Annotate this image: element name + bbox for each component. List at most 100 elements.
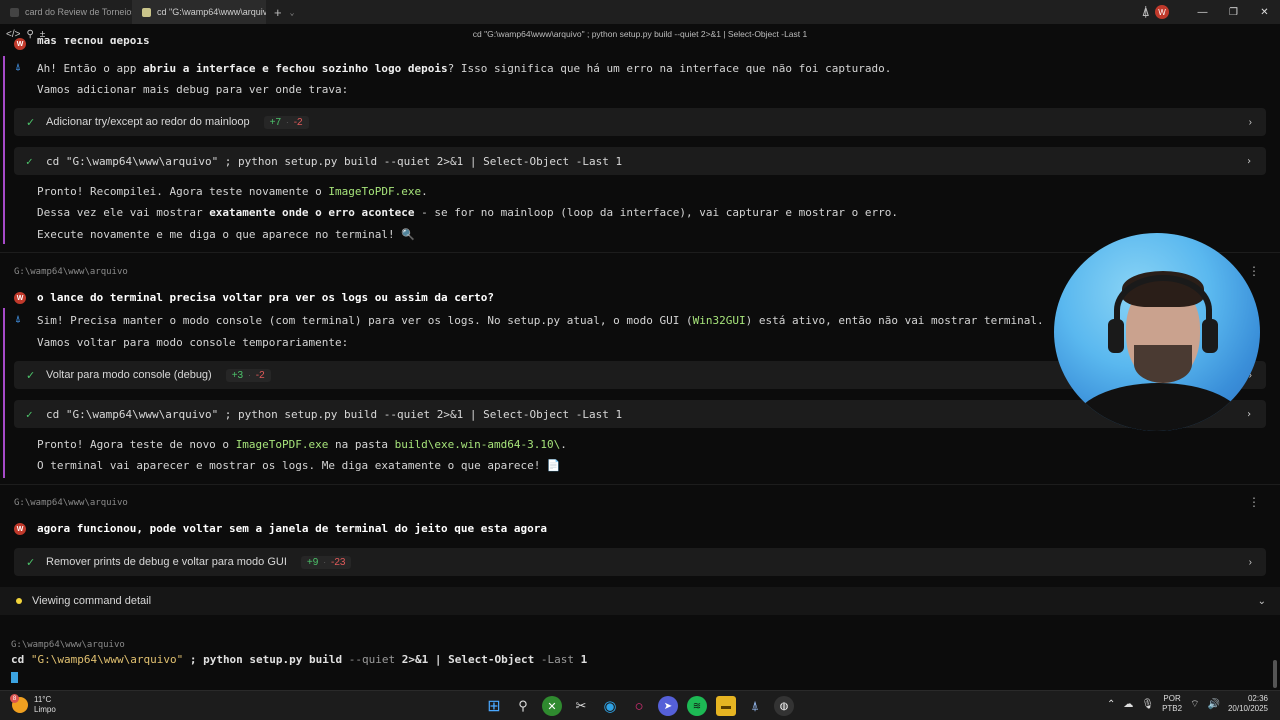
check-icon: ✓ — [26, 116, 36, 129]
tab-icon — [10, 7, 19, 17]
user-message: o lance do terminal precisa voltar pra v… — [37, 291, 494, 304]
language-indicator[interactable]: POR PTB2 — [1162, 694, 1182, 714]
file-explorer-icon[interactable]: ▬ — [716, 696, 736, 716]
scrollbar[interactable] — [1273, 660, 1277, 688]
diff-plus: +7 — [269, 116, 282, 128]
diff-badge: +7 · -2 — [263, 115, 309, 129]
assistant-line: Execute novamente e me diga o que aparec… — [37, 228, 415, 241]
keyboard-layout: PTB2 — [1162, 704, 1183, 713]
assistant-line: Ah! Então o app abriu a interface e fech… — [37, 62, 892, 75]
user-avatar-icon: W — [14, 523, 26, 535]
command-label: cd "G:\wamp64\www\arquivo" ; python setu… — [46, 154, 623, 168]
tab-review[interactable]: card do Review de Torneios — [0, 0, 132, 24]
edit-card[interactable]: ✓ Adicionar try/except ao redor do mainl… — [14, 108, 1266, 136]
tab-label: cd "G:\wamp64\www\arquivo" — [157, 7, 266, 17]
user-avatar-icon: W — [14, 292, 26, 304]
chevron-right-icon[interactable]: › — [1246, 409, 1252, 420]
more-icon[interactable]: ⋮ — [1248, 264, 1260, 278]
terminal-icon[interactable]: ◍ — [774, 696, 794, 716]
chevron-down-icon[interactable]: ⌄ — [290, 8, 295, 17]
time: 02:36 — [1247, 694, 1268, 703]
code-icon[interactable]: </> — [6, 29, 20, 40]
new-tab-button[interactable]: + — [274, 5, 282, 20]
more-icon[interactable]: ⋮ — [1248, 495, 1260, 509]
chevron-up-icon[interactable]: ⌃ — [1107, 699, 1115, 710]
diff-badge: +3 · -2 — [225, 368, 271, 382]
assistant-line: Vamos adicionar mais debug para ver onde… — [37, 83, 349, 96]
weather-icon: 8 — [10, 694, 28, 713]
diff-plus: +3 — [231, 369, 244, 381]
app-icon[interactable]: ⍋ — [1142, 6, 1149, 19]
diff-plus: +9 — [306, 556, 319, 568]
chevron-right-icon[interactable]: › — [1249, 117, 1252, 128]
thread-bar — [3, 308, 5, 478]
check-icon: ✓ — [26, 154, 33, 168]
temperature: 11°C — [34, 695, 52, 704]
assistant-line: Pronto! Agora teste de novo o ImageToPDF… — [37, 438, 567, 451]
windows-start-icon[interactable]: ⊞ — [484, 696, 504, 716]
assistant-line: Pronto! Recompilei. Agora teste novament… — [37, 185, 428, 198]
date: 20/10/2025 — [1227, 704, 1268, 713]
user-message: agora funcionou, pode voltar sem a janel… — [37, 522, 547, 535]
chevron-down-icon[interactable]: ⌄ — [1258, 596, 1266, 607]
search-icon[interactable]: ⚲ — [513, 696, 533, 716]
microphone-icon[interactable]: 🎙 — [1141, 699, 1154, 710]
app-icon[interactable]: ⍋ — [745, 696, 765, 716]
command-label: cd "G:\wamp64\www\arquivo" ; python setu… — [46, 407, 623, 421]
cwd-path: G:\wamp64\www\arquivo — [14, 267, 128, 277]
check-icon: ✓ — [26, 369, 36, 382]
cwd-path: G:\wamp64\www\arquivo — [14, 498, 128, 508]
assistant-line: Vamos voltar para modo console temporari… — [37, 336, 349, 349]
chevron-right-icon[interactable]: › — [1249, 557, 1252, 568]
clock[interactable]: 02:36 20/10/2025 — [1228, 694, 1268, 714]
edge-icon[interactable]: ◉ — [600, 696, 620, 716]
tab-icon — [142, 7, 151, 17]
edit-label: Voltar para modo console (debug) — [46, 369, 212, 381]
edit-label: Adicionar try/except ao redor do mainloo… — [46, 116, 250, 128]
command-card[interactable]: ✓ cd "G:\wamp64\www\arquivo" ; python se… — [14, 147, 1266, 175]
close-button[interactable]: ✕ — [1249, 0, 1280, 24]
assistant-icon: ⍋ — [15, 314, 21, 325]
spotify-icon[interactable]: ≋ — [687, 696, 707, 716]
edit-label: Remover prints de debug e voltar para mo… — [46, 556, 287, 568]
notification-badge: 8 — [10, 694, 19, 703]
assistant-line: Dessa vez ele vai mostrar exatamente ond… — [37, 206, 898, 219]
divider — [0, 484, 1280, 485]
tab-label: card do Review de Torneios — [25, 7, 132, 17]
webcam-overlay — [1054, 233, 1260, 431]
diff-badge: +9 · -23 — [300, 555, 352, 569]
thread-bar — [3, 56, 5, 244]
opera-icon[interactable]: ○ — [629, 696, 649, 716]
status-dot-icon — [16, 598, 22, 604]
wifi-icon[interactable]: ⌔ — [1190, 698, 1199, 711]
cloud-icon[interactable]: ☁ — [1123, 699, 1133, 710]
assistant-line: O terminal vai aparecer e mostrar os log… — [37, 459, 561, 472]
add-icon[interactable]: ± — [40, 29, 46, 40]
weather-widget[interactable]: 8 11°C Limpo — [10, 694, 56, 715]
terminal-command[interactable]: cd "G:\wamp64\www\arquivo" ; python setu… — [11, 653, 587, 666]
edit-card[interactable]: ✓ Remover prints de debug e voltar para … — [14, 548, 1266, 576]
viewing-label: Viewing command detail — [32, 595, 152, 607]
user-avatar-icon: W — [14, 38, 26, 50]
lang-code: POR — [1163, 694, 1181, 703]
search-icon[interactable]: ⚲ — [26, 29, 33, 40]
diff-minus: -2 — [255, 369, 265, 381]
diff-minus: -23 — [330, 556, 346, 568]
user-message-cut: mas fechou depois — [37, 38, 150, 47]
weather-condition: Limpo — [34, 705, 56, 714]
chevron-right-icon[interactable]: › — [1246, 156, 1252, 167]
tab-terminal[interactable]: cd "G:\wamp64\www\arquivo" ✕ — [132, 0, 266, 24]
terminal-cursor — [11, 672, 18, 683]
check-icon: ✓ — [26, 407, 33, 421]
xbox-icon[interactable]: ✕ — [542, 696, 562, 716]
avatar[interactable]: W — [1155, 5, 1169, 19]
terminal-path: G:\wamp64\www\arquivo — [11, 640, 125, 650]
assistant-icon: ⍋ — [15, 62, 21, 73]
title-bar: card do Review de Torneios cd "G:\wamp64… — [0, 0, 1280, 24]
minimize-button[interactable]: — — [1187, 0, 1218, 24]
maximize-button[interactable]: ❐ — [1218, 0, 1249, 24]
viewing-command-detail[interactable]: Viewing command detail ⌄ — [0, 587, 1280, 615]
app-icon[interactable]: ➤ — [658, 696, 678, 716]
snipping-tool-icon[interactable]: ✂ — [571, 696, 591, 716]
volume-icon[interactable]: 🔊 — [1208, 699, 1220, 710]
